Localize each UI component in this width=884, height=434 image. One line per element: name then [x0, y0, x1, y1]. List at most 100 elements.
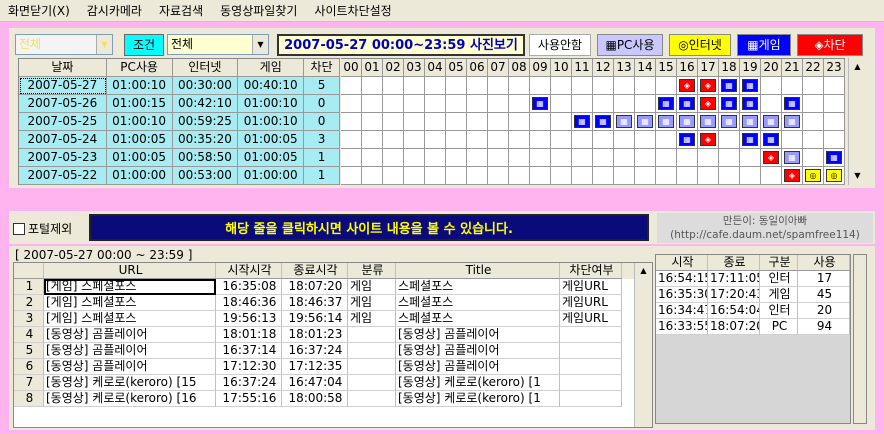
hour-cell[interactable] — [635, 149, 656, 167]
hour-cell[interactable] — [383, 77, 404, 95]
hour-cell[interactable]: ▦ — [635, 113, 656, 131]
hour-cell[interactable] — [824, 95, 845, 113]
hour-cell[interactable]: ▦ — [782, 113, 803, 131]
hour-cell[interactable] — [635, 95, 656, 113]
hour-cell[interactable]: ▦ — [719, 113, 740, 131]
hour-row[interactable]: ◈ ◈ ▦ ▦ — [341, 77, 845, 95]
hour-cell[interactable] — [782, 77, 803, 95]
hour-cell[interactable] — [509, 149, 530, 167]
hour-cell[interactable] — [467, 149, 488, 167]
hour-cell[interactable] — [488, 77, 509, 95]
chevron-up-icon[interactable]: ▲ — [849, 58, 866, 76]
table-row[interactable]: 6 [동영상] 곰플레이어 17:12:30 17:12:35 [동영상] 곰플레이어 — [14, 359, 652, 375]
hour-cell[interactable] — [551, 77, 572, 95]
hour-cell[interactable] — [530, 77, 551, 95]
hour-cell[interactable]: ▦ — [740, 77, 761, 95]
hour-cell[interactable] — [803, 131, 824, 149]
hour-cell[interactable] — [572, 95, 593, 113]
hour-cell[interactable] — [509, 113, 530, 131]
hour-cell[interactable] — [383, 131, 404, 149]
hour-cell[interactable] — [803, 149, 824, 167]
hour-cell[interactable] — [341, 167, 362, 185]
hour-cell[interactable] — [362, 113, 383, 131]
hour-cell[interactable] — [551, 131, 572, 149]
hour-cell[interactable] — [740, 167, 761, 185]
hour-cell[interactable] — [341, 77, 362, 95]
hour-cell[interactable] — [698, 149, 719, 167]
hour-cell[interactable] — [677, 167, 698, 185]
hour-cell[interactable] — [824, 113, 845, 131]
hour-cell[interactable] — [656, 131, 677, 149]
session-row[interactable]: 16:54:15 17:11:05 인터 17 — [656, 271, 850, 287]
hour-row[interactable]: ▦ ▦ ▦ ▦ ▦ ▦ ▦ ▦ ▦ ▦ ▦ — [341, 113, 845, 131]
summary-row[interactable]: 2007-05-23 01:00:05 00:58:50 01:00:05 1 — [19, 149, 340, 167]
hour-cell[interactable]: ▦ — [593, 113, 614, 131]
hour-cell[interactable] — [404, 113, 425, 131]
hour-cell[interactable] — [425, 95, 446, 113]
hour-cell[interactable]: ◈ — [698, 95, 719, 113]
hour-cell[interactable] — [467, 77, 488, 95]
detail-col-header[interactable]: 시작시각 — [216, 263, 282, 279]
hour-cell[interactable] — [761, 167, 782, 185]
hour-cell[interactable] — [404, 95, 425, 113]
hour-cell[interactable] — [446, 77, 467, 95]
hour-cell[interactable] — [803, 113, 824, 131]
menu-camera[interactable]: 감시카메라 — [79, 0, 151, 22]
hour-cell[interactable]: ▦ — [530, 95, 551, 113]
hour-cell[interactable] — [467, 131, 488, 149]
hour-cell[interactable]: ▦ — [782, 149, 803, 167]
hour-cell[interactable]: ▦ — [719, 95, 740, 113]
hour-cell[interactable]: ◈ — [698, 77, 719, 95]
hour-cell[interactable]: ◈ — [782, 167, 803, 185]
hour-cell[interactable] — [488, 95, 509, 113]
detail-col-header[interactable]: URL — [44, 263, 216, 279]
session-row[interactable]: 16:34:47 16:54:04 인터 20 — [656, 303, 850, 319]
hour-cell[interactable] — [404, 77, 425, 95]
hour-cell[interactable] — [803, 95, 824, 113]
portal-exclude-checkbox[interactable]: 포털제외 — [13, 220, 72, 237]
hour-cell[interactable]: ▦ — [761, 131, 782, 149]
table-row[interactable]: 1 [게임] 스페셜포스 16:35:08 18:07:20 게임 스페셜포스 게임URL — [14, 279, 652, 295]
hour-cell[interactable] — [656, 149, 677, 167]
hour-cell[interactable]: ▦ — [761, 113, 782, 131]
detail-col-header[interactable]: Title — [396, 263, 560, 279]
session-row[interactable]: 16:33:55 18:07:20 PC 94 — [656, 319, 850, 335]
hour-cell[interactable] — [782, 131, 803, 149]
summary-row[interactable]: 2007-05-22 01:00:00 00:53:00 01:00:00 1 — [19, 167, 340, 185]
hour-cell[interactable] — [467, 95, 488, 113]
hour-cell[interactable] — [593, 95, 614, 113]
hour-cell[interactable] — [530, 149, 551, 167]
hour-cell[interactable] — [509, 77, 530, 95]
hour-cell[interactable] — [383, 149, 404, 167]
menu-search[interactable]: 자료검색 — [151, 0, 212, 22]
hour-cell[interactable] — [761, 77, 782, 95]
hour-cell[interactable] — [362, 167, 383, 185]
hour-cell[interactable]: ▦ — [677, 95, 698, 113]
summary-row[interactable]: 2007-05-24 01:00:05 00:35:20 01:00:05 3 — [19, 131, 340, 149]
hour-cell[interactable] — [425, 167, 446, 185]
filter-combo[interactable]: 전체 ▼ — [15, 34, 113, 55]
hour-cell[interactable] — [446, 95, 467, 113]
hour-cell[interactable] — [509, 131, 530, 149]
hour-cell[interactable] — [341, 149, 362, 167]
condition-button[interactable]: 조건 — [124, 34, 164, 56]
hour-cell[interactable] — [803, 77, 824, 95]
hour-cell[interactable] — [635, 167, 656, 185]
hour-cell[interactable] — [341, 95, 362, 113]
hour-cell[interactable]: ▦ — [656, 113, 677, 131]
hour-cell[interactable]: ▦ — [824, 149, 845, 167]
hour-cell[interactable] — [719, 131, 740, 149]
hour-cell[interactable] — [530, 167, 551, 185]
hour-cell[interactable] — [551, 95, 572, 113]
hour-cell[interactable] — [488, 131, 509, 149]
hour-cell[interactable] — [551, 113, 572, 131]
hour-cell[interactable] — [656, 77, 677, 95]
summary-row[interactable]: 2007-05-27 01:00:10 00:30:00 00:40:10 5 — [19, 77, 340, 95]
table-row[interactable]: 5 [동영상] 곰플레이어 16:37:14 16:37:24 [동영상] 곰플레이어 — [14, 343, 652, 359]
hour-cell[interactable] — [446, 167, 467, 185]
hour-cell[interactable] — [614, 149, 635, 167]
hour-cell[interactable] — [404, 167, 425, 185]
hour-cell[interactable]: ◈ — [677, 77, 698, 95]
hour-cell[interactable]: ▦ — [740, 95, 761, 113]
hour-cell[interactable] — [404, 149, 425, 167]
